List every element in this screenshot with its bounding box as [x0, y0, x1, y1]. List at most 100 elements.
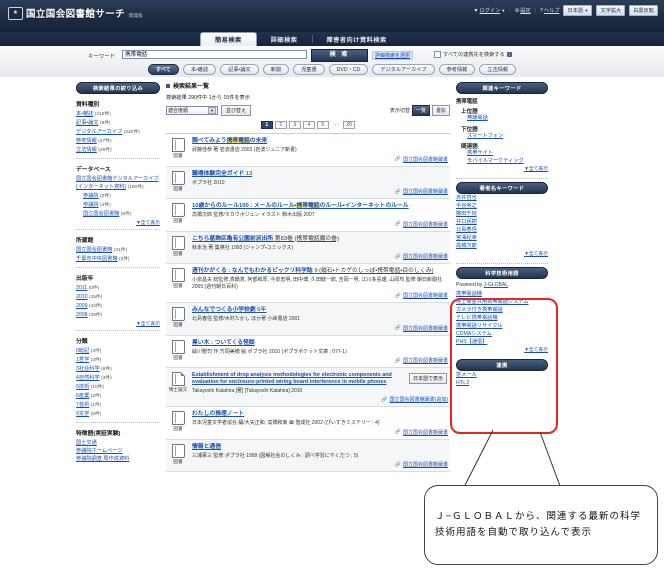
sci-term-link[interactable]: カメラ付き携帯電話 — [456, 307, 503, 313]
facet-item[interactable]: 参議院ホームページ — [76, 447, 160, 455]
facet-item[interactable]: 記事・論文 (8件) — [76, 119, 160, 128]
sci-term-link[interactable]: 地上衛星共用携帯電話システム — [456, 299, 528, 305]
facet-item[interactable]: 国立国会図書館 (5件) — [76, 210, 160, 219]
facet-item[interactable]: 本・雑誌 (219件) — [76, 110, 160, 119]
result-item[interactable]: 図書 10歳からのルール100 : メールのルール・携帯電話のルール・インターネ… — [166, 199, 450, 232]
facet-item[interactable]: 国立国会図書館デジタルアーカイブ(インターネット資料) (180件) — [76, 175, 160, 192]
facet-link[interactable]: 6産業 — [76, 393, 89, 399]
author-item[interactable]: 高橋次郎 — [456, 242, 548, 250]
facet-link[interactable]: 国立国会図書館デジタルアーカイブ(インターネット資料) — [76, 176, 159, 190]
page-1[interactable]: 1 — [260, 121, 273, 129]
tab-simple-search[interactable]: 簡易検索 — [200, 32, 257, 46]
result-source-link[interactable]: 国立国会図書館蔵書 — [403, 429, 448, 436]
result-source-link[interactable]: 国立国会図書館蔵書(追加) — [390, 396, 448, 403]
result-title[interactable]: 黒い木 : ついてくる怪談 — [192, 340, 448, 348]
facet-link[interactable]: デジタルアーカイブ — [76, 129, 122, 135]
settings-control[interactable]: ⚙ 設定 — [515, 7, 531, 15]
facet-item[interactable]: 参考情報 (27件) — [76, 137, 160, 146]
search-button[interactable]: 検 索 — [311, 49, 368, 62]
result-source-link[interactable]: 国立国会図書館蔵書 — [403, 253, 448, 260]
facet-item[interactable]: 立法情報 (25件) — [76, 146, 160, 155]
facet-item[interactable]: 3社会科学 (6件) — [76, 365, 160, 374]
help-link[interactable]: ヘルプ — [544, 7, 560, 14]
category-all[interactable]: すべて — [147, 64, 179, 75]
facet-link[interactable]: 参議院 — [83, 202, 99, 208]
show-all-link[interactable]: ▼全て表示 — [524, 348, 548, 353]
display-cover-button[interactable]: 書影 — [431, 105, 450, 116]
facet-item[interactable]: 0総記 (3件) — [76, 347, 160, 356]
facet-item[interactable]: 9文学 (5件) — [76, 410, 160, 419]
facet-item[interactable]: 2011 (0件) — [76, 284, 160, 293]
result-title[interactable]: みんなでつくる小学校劇 6年 — [192, 307, 448, 315]
jglobal-link[interactable]: J-GLOBAL — [484, 282, 508, 288]
result-item[interactable]: 図書 黒い木 : ついてくる怪談 緑川聖司 作,竹岡美穂 絵 ポプラ社 2010… — [166, 336, 450, 368]
facet-item[interactable]: 2009 (42件) — [76, 302, 160, 311]
related-term-item[interactable]: 携帯サイト — [467, 150, 548, 158]
category-legislative[interactable]: 立法情報 — [479, 64, 517, 75]
page-4[interactable]: 4 — [302, 121, 315, 129]
facet-item[interactable]: 参議院調査 局作成資料 — [76, 455, 160, 463]
author-keywords-show-all[interactable]: ▼全て表示 — [456, 250, 548, 257]
text-enlarge-button[interactable]: 文字拡大 — [596, 5, 626, 16]
category-dvd-cd[interactable]: DVD・CD — [328, 64, 369, 75]
show-in-japanese-button[interactable]: 日本語で表示 — [408, 373, 447, 384]
sci-term-item[interactable]: PHS【通信】 — [456, 338, 548, 346]
category-newspapers[interactable]: 新聞 — [262, 64, 290, 75]
show-all-link[interactable]: ▼全て表示 — [524, 167, 548, 172]
result-source-link[interactable]: 国立国会図書館蔵書 — [403, 156, 448, 163]
login-link[interactable]: ログイン — [480, 7, 501, 14]
related-keywords-show-all[interactable]: ▼全て表示 — [456, 165, 548, 172]
category-books-magazines[interactable]: 本・雑誌 — [182, 64, 217, 75]
author-link[interactable]: 半谷英之 — [456, 203, 477, 209]
facet-link[interactable]: 立法情報 — [76, 147, 97, 153]
facet-link[interactable]: 国立国会図書館 — [83, 211, 119, 217]
show-all-link[interactable]: ▼全て表示 — [136, 221, 160, 226]
show-all-link[interactable]: ▼全て表示 — [524, 252, 548, 257]
author-link[interactable]: 宮澤紀幸 — [456, 235, 477, 241]
site-logo[interactable]: ★ 国立国会図書館サーチ 開発版 — [8, 6, 143, 20]
facet-item[interactable]: 国立国会図書館 (31件) — [76, 246, 160, 255]
settings-link[interactable]: 設定 — [520, 7, 530, 14]
page-2[interactable]: 2 — [274, 121, 287, 129]
facet-item[interactable]: 国土交通 — [76, 439, 160, 447]
result-source-link[interactable]: 国立国会図書館蔵書 — [403, 357, 448, 364]
facet-link[interactable]: 国立国会図書館 — [76, 247, 112, 253]
author-item[interactable]: 半谷英之 — [456, 202, 548, 210]
sci-term-link[interactable]: 携帯電話リサイクル — [456, 323, 502, 329]
result-title[interactable]: わたしの推理ノート — [192, 411, 448, 419]
facet-item[interactable]: 2010 (15件) — [76, 293, 160, 302]
result-title[interactable]: 情報と通信 — [192, 444, 448, 452]
facet-link[interactable]: 参議院調査 局作成資料 — [76, 456, 129, 462]
show-all-link[interactable]: ▼全て表示 — [136, 322, 160, 327]
facet-link[interactable]: 2010 — [76, 294, 88, 300]
facet-link[interactable]: 千葉市中央図書館 — [76, 256, 118, 262]
result-item[interactable]: 博士論文 日本語で表示 Establishment of drop analys… — [166, 368, 450, 407]
sci-term-item[interactable]: CDMAシステム — [456, 330, 548, 338]
facet-item[interactable]: 4自然科学 (3件) — [76, 374, 160, 383]
result-item[interactable]: 図書 情報と通信 三浦軍三 監修 ポプラ社 1999 (図解社会のしくみ : 調… — [166, 439, 450, 472]
sci-term-link[interactable]: 携帯電話機 — [456, 291, 482, 297]
tab-accessible-search[interactable]: 障害者向け資料検索 — [313, 32, 401, 46]
result-title[interactable]: 10歳からのルール100 : メールのルール・携帯電話のルール・インターネットの… — [192, 203, 448, 211]
sort-select[interactable]: 適合度順 ▼ — [166, 106, 218, 115]
author-item[interactable]: 赤井哲也 — [456, 194, 548, 202]
page-3[interactable]: 3 — [288, 121, 301, 129]
facet-link[interactable]: 記事・論文 — [76, 120, 99, 126]
author-item[interactable]: 井口民樹 — [456, 218, 548, 226]
facet-item[interactable]: 参議院 (2件) — [76, 192, 160, 201]
author-link[interactable]: 井口民樹 — [456, 219, 477, 225]
facet-item[interactable]: 5技術 (10件) — [76, 383, 160, 392]
sci-term-item[interactable]: 携帯電話リサイクル — [456, 322, 548, 330]
sci-term-item[interactable]: 地上衛星共用携帯電話システム — [456, 298, 548, 306]
linked-service-link[interactable]: HTc.2 — [456, 380, 469, 386]
sci-term-link[interactable]: PHS【通信】 — [456, 339, 487, 345]
sci-term-item[interactable]: 携帯電話機 — [456, 290, 548, 298]
facet-item[interactable]: 2008 (29件) — [76, 311, 160, 320]
result-item[interactable]: 図書 職場体験完全ガイド 13 ポプラ社 2010 🔗 国立国会図書館蔵書 — [166, 166, 450, 199]
linked-service-link[interactable]: 窓メール — [456, 372, 477, 378]
sci-term-item[interactable]: カメラ付き携帯電話 — [456, 306, 548, 314]
facet-link[interactable]: 参議院 — [83, 193, 99, 199]
result-item[interactable]: 図書 調べてみよう携帯電話の未来 武藤佳恭 著 岩波書店 2003 (岩波ジュニ… — [166, 134, 450, 167]
result-title[interactable]: 調べてみよう携帯電話の未来 — [192, 138, 448, 146]
author-link[interactable]: 高橋次郎 — [456, 243, 477, 249]
